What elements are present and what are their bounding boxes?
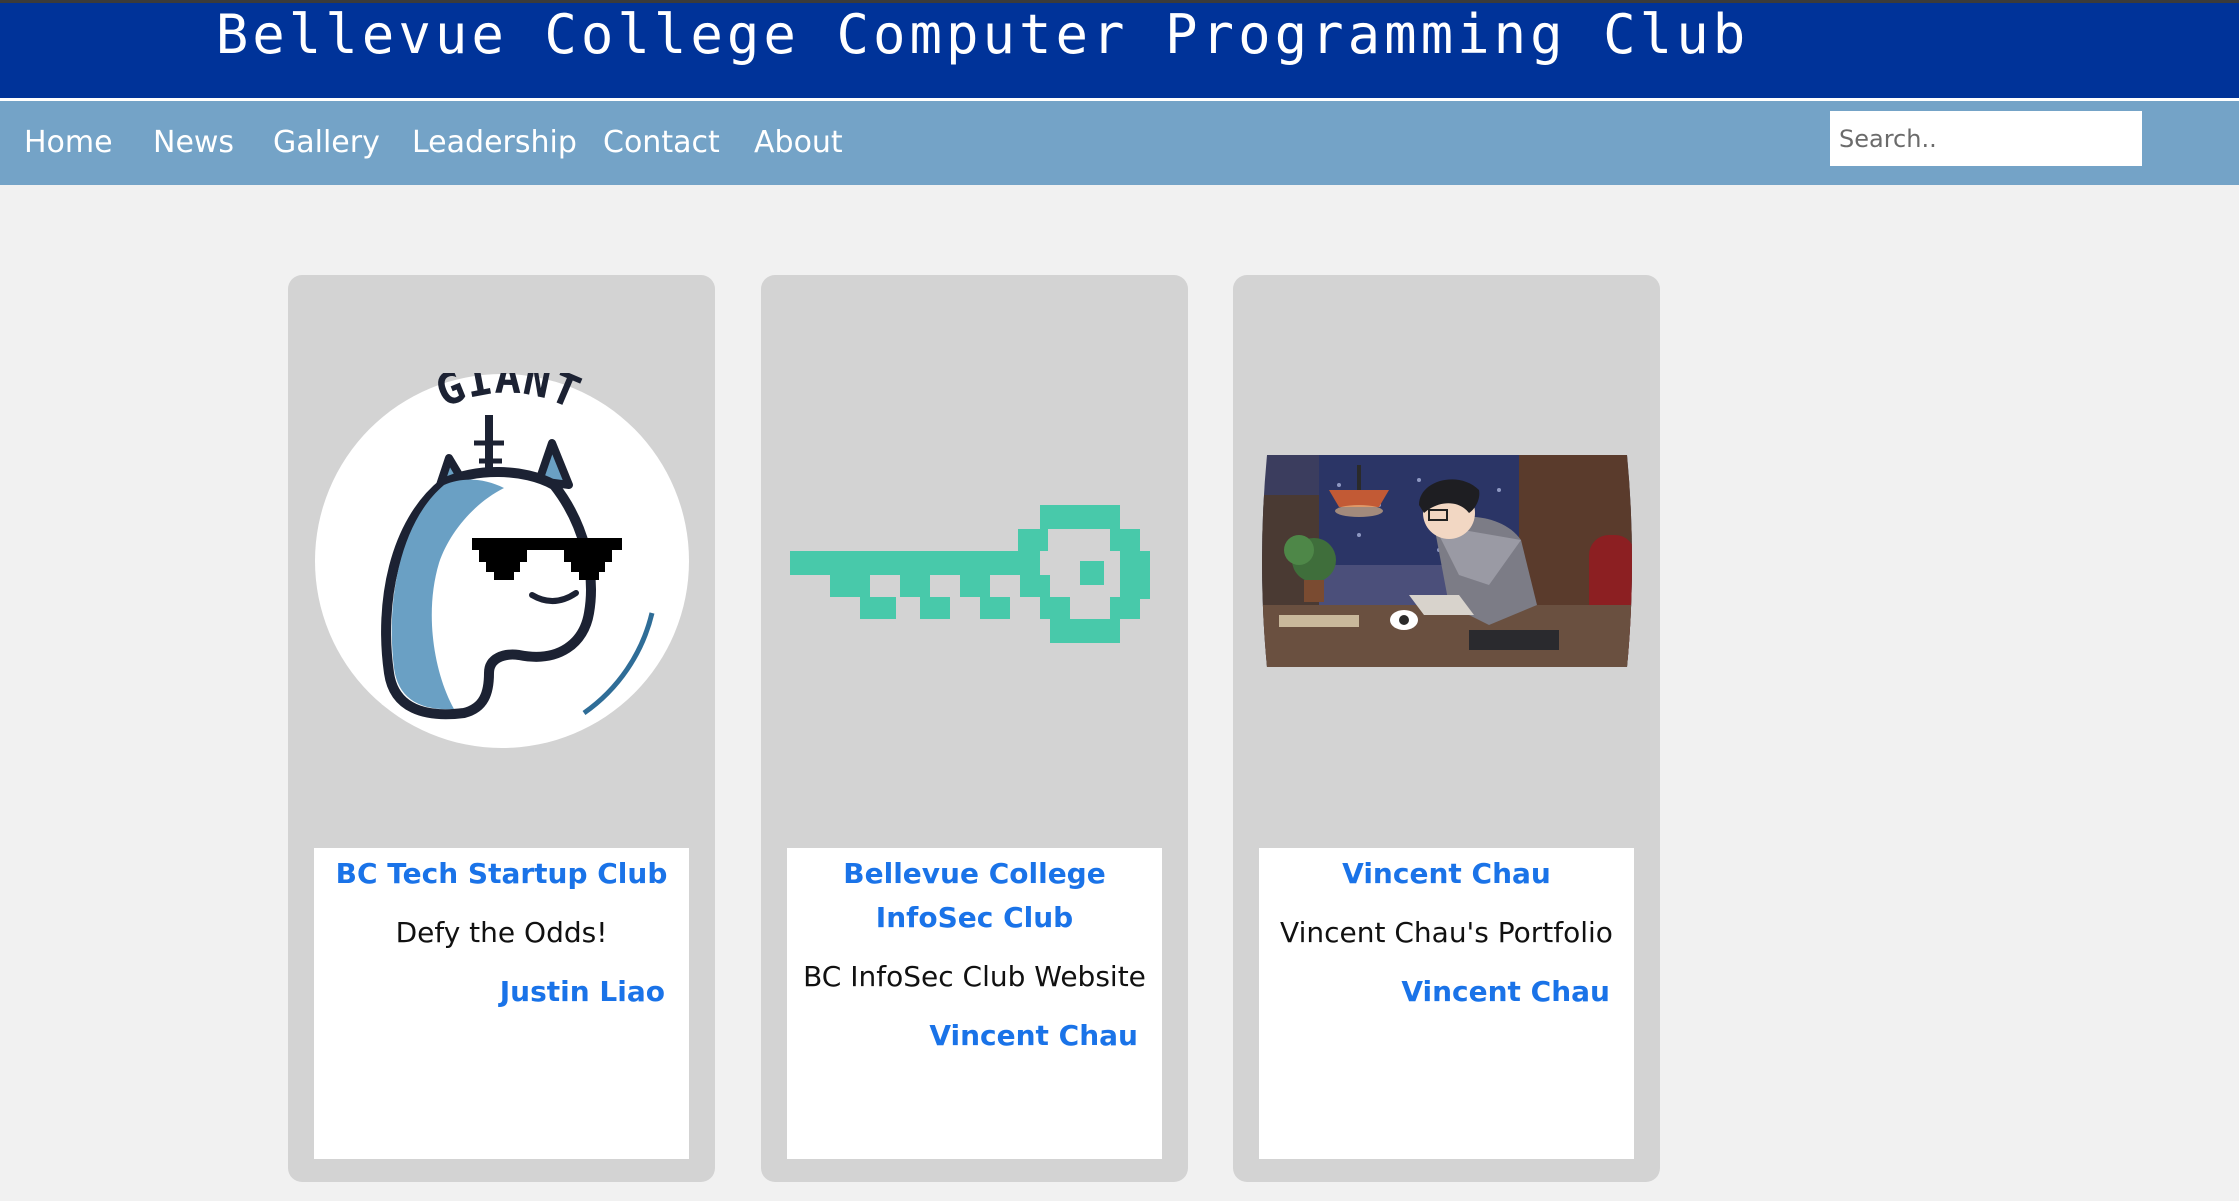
card-author-link[interactable]: Vincent Chau [1259, 972, 1634, 1012]
club-card: GIANT BC Tech Startup Club Defy the Odds… [288, 275, 715, 1182]
nav-gallery-link[interactable]: Gallery [273, 101, 380, 185]
card-title-link[interactable]: Bellevue College InfoSec Club [807, 852, 1142, 940]
card-body: BC Tech Startup Club Defy the Odds! Just… [314, 848, 689, 1159]
person-studying-illustration [1261, 455, 1632, 667]
nav-contact-link[interactable]: Contact [603, 101, 720, 185]
card-image[interactable] [1233, 275, 1660, 847]
card-body: Vincent Chau Vincent Chau's Portfolio Vi… [1259, 848, 1634, 1159]
nav-home-link[interactable]: Home [24, 101, 113, 185]
search-input[interactable] [1830, 111, 2142, 166]
site-banner: Bellevue College Computer Programming Cl… [0, 3, 2239, 101]
nav-about-link[interactable]: About [754, 101, 843, 185]
card-title-link[interactable]: Vincent Chau [1279, 852, 1614, 896]
nav-news-link[interactable]: News [153, 101, 234, 185]
unicorn-with-sunglasses-logo: GIANT [314, 373, 689, 748]
card-description: Defy the Odds! [395, 916, 608, 949]
nav-leadership-link[interactable]: Leadership [412, 101, 577, 185]
card-description: BC InfoSec Club Website [803, 960, 1146, 993]
card-description: Vincent Chau's Portfolio [1280, 916, 1613, 949]
card-author-link[interactable]: Justin Liao [314, 972, 689, 1012]
card-body: Bellevue College InfoSec Club BC InfoSec… [787, 848, 1162, 1159]
top-navigation: Home News Gallery Leadership Contact Abo… [0, 101, 2239, 185]
club-card: Bellevue College InfoSec Club BC InfoSec… [761, 275, 1188, 1182]
club-card: Vincent Chau Vincent Chau's Portfolio Vi… [1233, 275, 1660, 1182]
pixel-key-icon [789, 505, 1150, 643]
card-image[interactable]: GIANT [288, 275, 715, 847]
card-image[interactable] [761, 275, 1188, 847]
card-title-link[interactable]: BC Tech Startup Club [334, 852, 669, 896]
site-title: Bellevue College Computer Programming Cl… [215, 3, 1750, 66]
card-author-link[interactable]: Vincent Chau [787, 1016, 1162, 1056]
